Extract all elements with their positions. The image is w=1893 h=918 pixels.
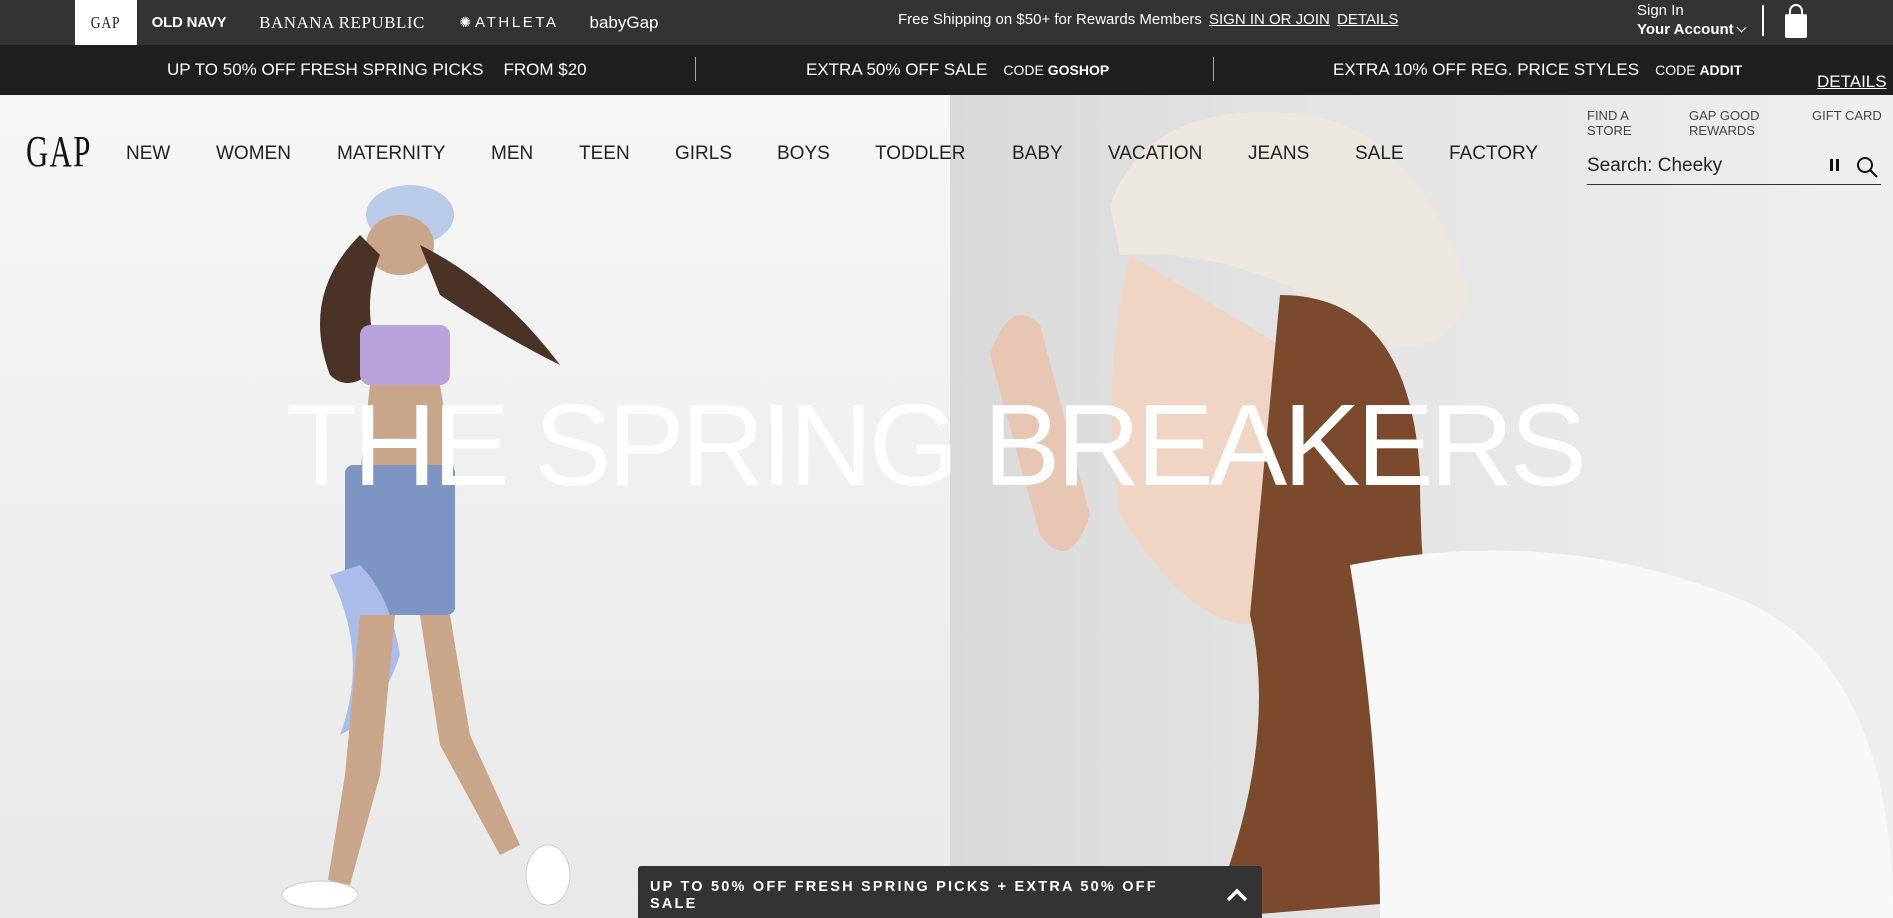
promo-divider xyxy=(695,57,696,81)
gap-logo[interactable]: GAP xyxy=(26,130,90,174)
athleta-flower-icon: ✺ xyxy=(459,14,472,30)
brand-tab-banana-republic[interactable]: BANANA REPUBLIC xyxy=(254,0,430,45)
promo-3-text: EXTRA 10% OFF REG. PRICE STYLES xyxy=(1333,60,1640,79)
account-menu[interactable]: Sign In Your Account xyxy=(1637,2,1747,40)
promo-extra-50-sale[interactable]: EXTRA 50% OFF SALE CODE GOSHOP xyxy=(806,45,1109,95)
nav-item-factory[interactable]: FACTORY xyxy=(1449,143,1538,165)
promo-3-code-label: CODE xyxy=(1655,62,1696,78)
promo-divider xyxy=(1213,57,1214,81)
brand-bar: GAP OLD NAVY BANANA REPUBLIC ✺ ATHLETA ba… xyxy=(0,0,1893,45)
nav-item-girls[interactable]: GIRLS xyxy=(675,143,732,165)
search-input[interactable] xyxy=(1587,152,1817,180)
gift-card-link[interactable]: GIFT CARD xyxy=(1812,108,1882,123)
brand-tab-gap[interactable]: GAP xyxy=(75,0,137,45)
promo-1-text: UP TO 50% OFF FRESH SPRING PICKS xyxy=(167,60,484,79)
promo-bar: UP TO 50% OFF FRESH SPRING PICKS FROM $2… xyxy=(0,45,1893,95)
nav-item-toddler[interactable]: TODDLER xyxy=(875,143,965,165)
nav-item-teen[interactable]: TEEN xyxy=(579,143,630,165)
account-sign-in-label: Sign In xyxy=(1637,2,1684,19)
brand-banana-republic-label: BANANA REPUBLIC xyxy=(259,12,425,32)
nav-item-new[interactable]: NEW xyxy=(126,143,170,165)
nav-item-sale[interactable]: SALE xyxy=(1355,143,1404,165)
promo-1-extra: FROM $20 xyxy=(503,60,587,79)
shipping-message: Free Shipping on $50+ for Rewards Member… xyxy=(898,11,1202,28)
shipping-details-link[interactable]: DETAILS xyxy=(1337,11,1398,28)
sticky-promo-drawer[interactable]: UP TO 50% OFF FRESH SPRING PICKS + EXTRA… xyxy=(638,866,1262,918)
gap-logo-text: GAP xyxy=(26,127,92,176)
rewards-line-2: REWARDS xyxy=(1689,123,1755,138)
brand-athleta-label: ATHLETA xyxy=(475,14,559,31)
account-divider xyxy=(1762,5,1764,36)
chevron-up-icon[interactable] xyxy=(1226,888,1248,902)
brand-old-navy-label: OLD NAVY xyxy=(151,14,227,31)
nav-item-baby[interactable]: BABY xyxy=(1012,143,1063,165)
promo-2-text: EXTRA 50% OFF SALE xyxy=(806,60,988,79)
nav-item-men[interactable]: MEN xyxy=(491,143,533,165)
shopping-bag-icon[interactable] xyxy=(1781,3,1811,39)
promo-extra-10-reg-price[interactable]: EXTRA 10% OFF REG. PRICE STYLES CODE ADD… xyxy=(1333,45,1742,95)
brand-tab-babygap[interactable]: babyGap xyxy=(588,0,660,45)
promo-3-code-value: ADDIT xyxy=(1699,62,1743,78)
nav-item-jeans[interactable]: JEANS xyxy=(1248,143,1309,165)
hero-title[interactable]: THE SPRING BREAKERS xyxy=(286,387,1587,503)
promo-3-code: CODE ADDIT xyxy=(1655,62,1742,78)
promo-2-code-value: GOSHOP xyxy=(1047,62,1110,78)
pause-icon[interactable] xyxy=(1830,159,1840,171)
promo-2-code-label: CODE xyxy=(1003,62,1044,78)
nav-item-vacation[interactable]: VACATION xyxy=(1108,143,1202,165)
gap-good-rewards-link[interactable]: GAP GOOD REWARDS xyxy=(1689,108,1760,138)
nav-item-women[interactable]: WOMEN xyxy=(216,143,291,165)
sign-in-or-join-link[interactable]: SIGN IN OR JOIN xyxy=(1209,11,1330,28)
find-store-line-2: STORE xyxy=(1587,123,1632,138)
account-label: Your Account xyxy=(1637,20,1747,40)
search-bar xyxy=(1587,152,1881,185)
promo-fresh-spring-picks[interactable]: UP TO 50% OFF FRESH SPRING PICKS FROM $2… xyxy=(167,45,587,95)
find-store-line-1: FIND A xyxy=(1587,108,1629,123)
promo-2-code: CODE GOSHOP xyxy=(1003,62,1109,78)
nav-item-maternity[interactable]: MATERNITY xyxy=(337,143,445,165)
account-label-text: Your Account xyxy=(1637,21,1734,38)
promo-details-link[interactable]: DETAILS xyxy=(1817,72,1887,92)
search-icon[interactable] xyxy=(1855,155,1879,179)
brand-tab-athleta[interactable]: ✺ ATHLETA xyxy=(457,0,561,45)
nav-item-boys[interactable]: BOYS xyxy=(777,143,830,165)
brand-gap-label: GAP xyxy=(91,12,121,32)
brand-tab-old-navy[interactable]: OLD NAVY xyxy=(150,0,228,45)
find-a-store-link[interactable]: FIND A STORE xyxy=(1587,108,1632,138)
sticky-promo-text: UP TO 50% OFF FRESH SPRING PICKS + EXTRA… xyxy=(650,879,1158,912)
rewards-line-1: GAP GOOD xyxy=(1689,108,1760,123)
brand-babygap-label: babyGap xyxy=(589,12,659,32)
chevron-down-icon xyxy=(1736,22,1747,33)
